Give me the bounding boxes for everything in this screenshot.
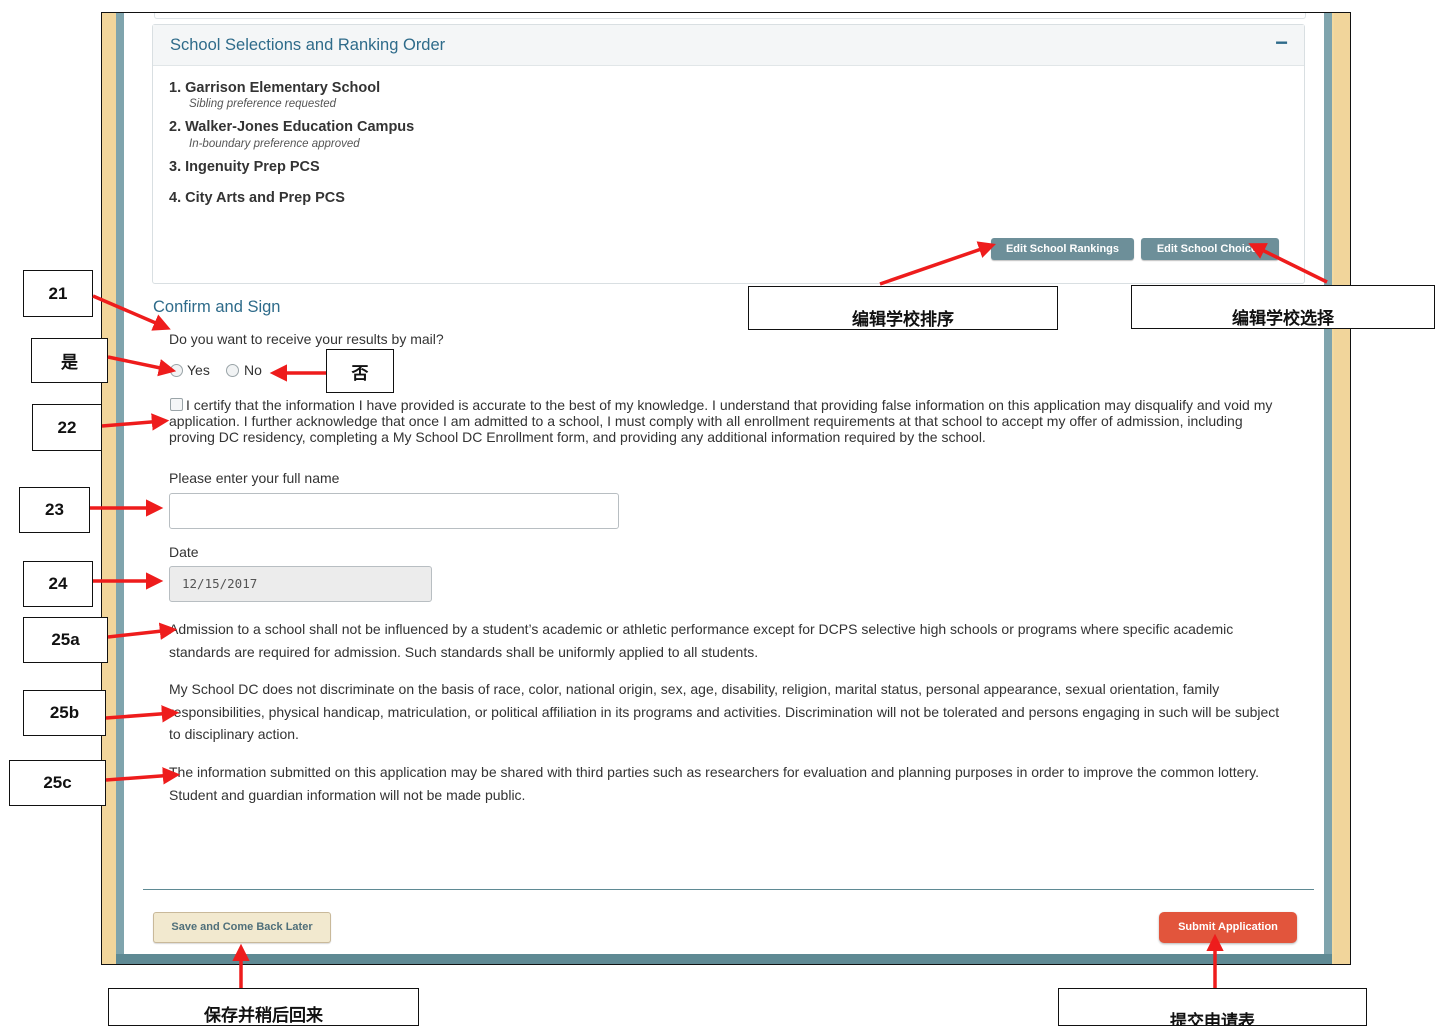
arrow-edit-choices: [1248, 243, 1328, 284]
arrow-25a: [107, 622, 178, 640]
arrow-yes: [107, 355, 177, 377]
arrow-edit-rankings: [879, 241, 996, 286]
arrow-22: [101, 413, 170, 431]
arrow-25c: [105, 767, 181, 785]
arrow-21: [92, 294, 171, 331]
arrow-25b: [105, 705, 180, 723]
annotation-arrows: [90, 241, 1328, 988]
